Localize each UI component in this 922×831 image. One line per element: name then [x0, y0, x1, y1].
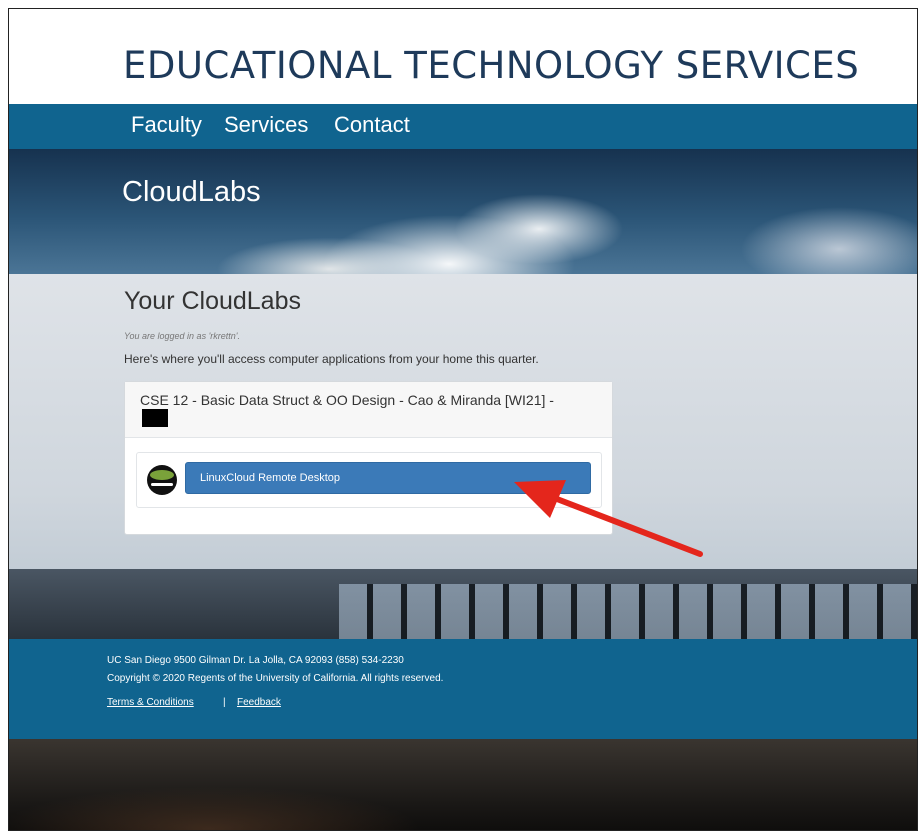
page: EDUCATIONAL TECHNOLOGY SERVICES Faculty …	[9, 9, 917, 830]
browser-viewport: EDUCATIONAL TECHNOLOGY SERVICES Faculty …	[8, 8, 918, 831]
feedback-link[interactable]: Feedback	[237, 697, 281, 708]
hero-title: CloudLabs	[122, 176, 261, 208]
bottom-background-image	[9, 739, 917, 830]
footer-separator: |	[223, 697, 226, 708]
main-nav: Faculty Services Contact	[9, 104, 917, 149]
nav-contact[interactable]: Contact	[334, 112, 410, 138]
course-header: CSE 12 - Basic Data Struct & OO Design -…	[125, 382, 612, 438]
course-title: CSE 12 - Basic Data Struct & OO Design -…	[140, 392, 560, 428]
footer-copyright: Copyright © 2020 Regents of the Universi…	[107, 673, 444, 684]
nav-faculty[interactable]: Faculty	[131, 112, 202, 138]
footer-address: UC San Diego 9500 Gilman Dr. La Jolla, C…	[107, 655, 404, 666]
login-status: You are logged in as 'rkrettn'.	[124, 331, 241, 341]
nav-services[interactable]: Services	[224, 112, 308, 138]
hero-banner: CloudLabs	[9, 149, 917, 274]
site-title: EDUCATIONAL TECHNOLOGY SERVICES	[123, 44, 860, 87]
site-footer: UC San Diego 9500 Gilman Dr. La Jolla, C…	[9, 639, 917, 739]
intro-text: Here's where you'll access computer appl…	[124, 352, 539, 366]
redacted-block	[142, 409, 168, 428]
course-title-text: CSE 12 - Basic Data Struct & OO Design -…	[140, 392, 554, 408]
building-windows	[339, 584, 917, 639]
page-title: Your CloudLabs	[124, 287, 301, 315]
terms-link[interactable]: Terms & Conditions	[107, 697, 194, 708]
red-arrow-annotation	[514, 480, 703, 557]
linux-cloud-logo-icon	[147, 465, 177, 495]
site-header: EDUCATIONAL TECHNOLOGY SERVICES	[9, 9, 917, 104]
